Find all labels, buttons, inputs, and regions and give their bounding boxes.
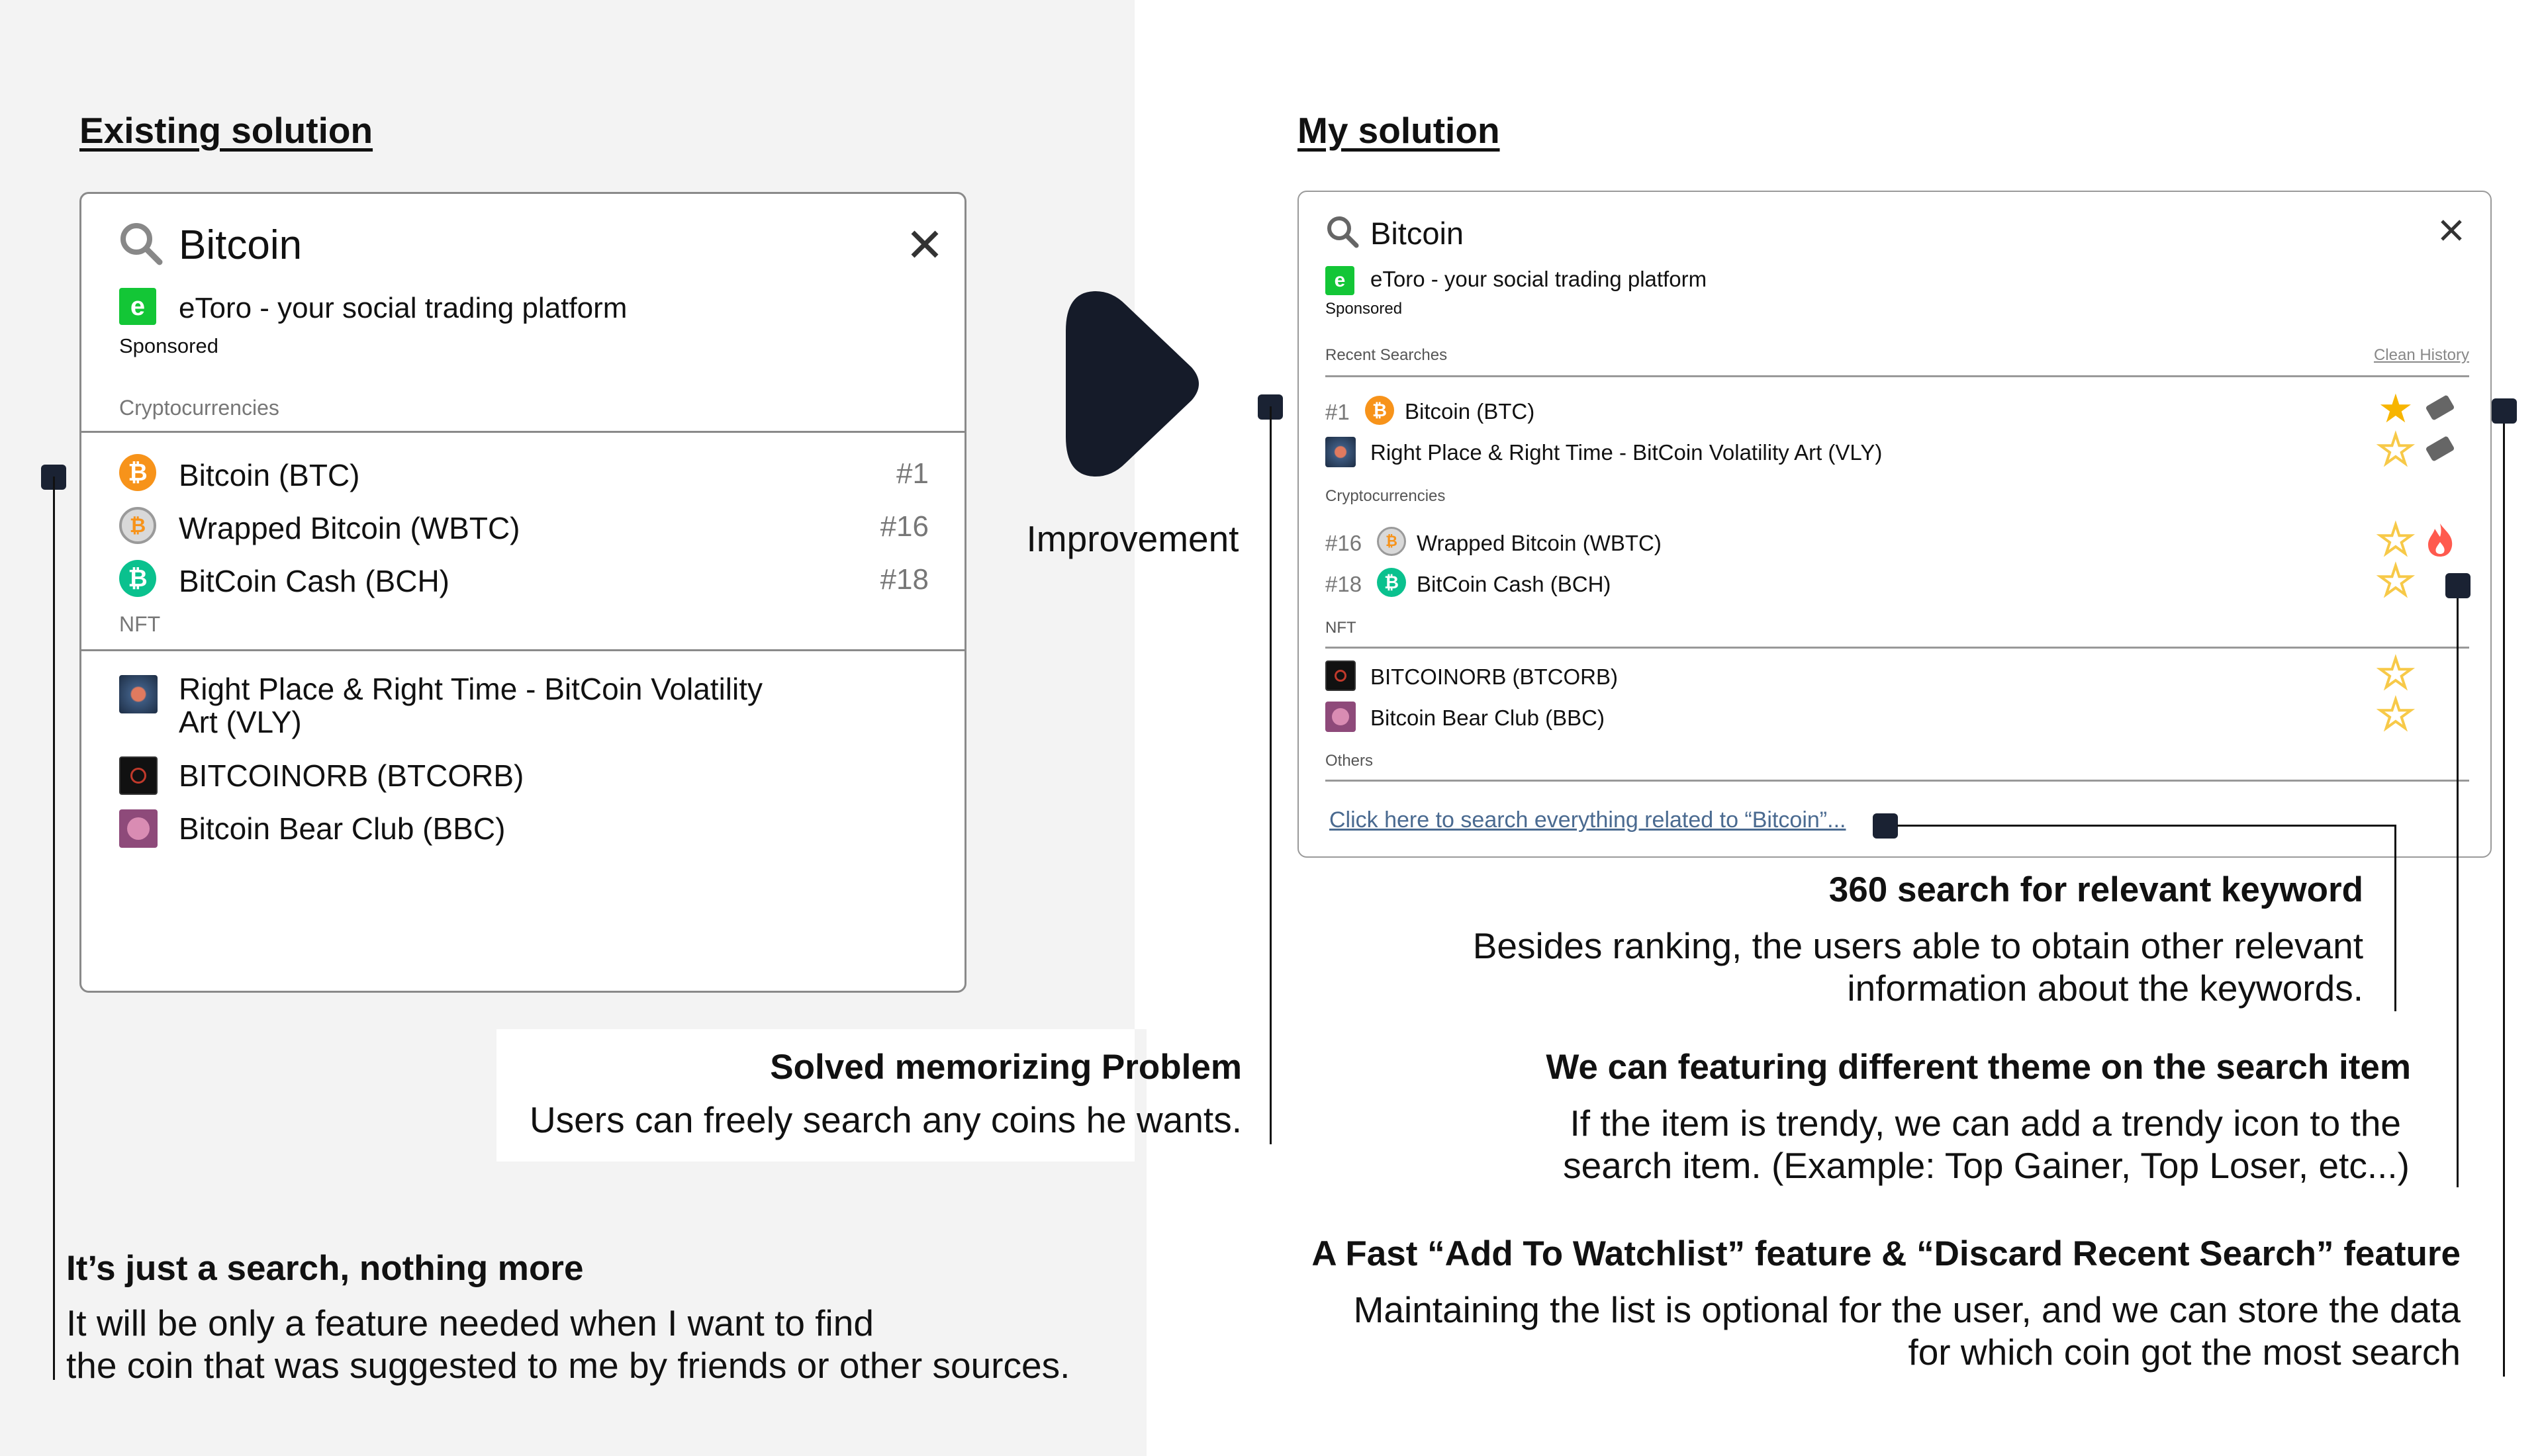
search-icon [120, 223, 163, 265]
annotation-body-theme-line2: search item. (Example: Top Gainer, Top L… [1563, 1145, 2410, 1186]
list-item-bitcoin[interactable]: Bitcoin (BTC) [179, 457, 359, 493]
list-item-bitcoin-cash[interactable]: BitCoin Cash (BCH) [179, 563, 449, 599]
crypto-item-bitcoin-cash[interactable]: BitCoin Cash (BCH) [1417, 572, 1611, 597]
nft-volatility-art-icon [119, 675, 158, 713]
annotation-body-watchlist-line1: Maintaining the list is optional for the… [1353, 1289, 2461, 1330]
play-arrow-icon [1066, 291, 1199, 477]
bitcoin-cash-icon: ₿ [1377, 568, 1406, 597]
rank-badge: #16 [880, 510, 929, 543]
sponsor-name[interactable]: eToro - your social trading platform [1370, 267, 1707, 292]
sponsored-label: Sponsored [1325, 300, 1403, 318]
etoro-logo-icon: e [1325, 266, 1354, 295]
left-panel-background-extension [1135, 1029, 1147, 1456]
section-label-nft: NFT [1325, 619, 1356, 637]
annotation-body-just-search-line1: It will be only a feature needed when I … [66, 1302, 874, 1343]
connector-line [1270, 406, 1272, 1144]
annotation-body-memorizing: Users can freely search any coins he wan… [529, 1099, 1242, 1140]
annotation-marker [2445, 573, 2471, 598]
rank-badge: #1 [896, 457, 929, 490]
divider [81, 431, 965, 433]
nft-bear-club-icon [1325, 702, 1356, 732]
rank-badge: #16 [1325, 531, 1362, 555]
nft-volatility-art-icon [1325, 437, 1356, 467]
star-outline-icon[interactable]: ★ [2377, 653, 2415, 695]
divider [1325, 375, 2469, 377]
annotation-marker [1873, 813, 1898, 839]
star-outline-icon[interactable]: ★ [2377, 519, 2415, 561]
etoro-logo-icon: e [119, 288, 156, 325]
eraser-icon[interactable] [2425, 435, 2455, 462]
improved-search-panel: Bitcoin e eToro - your social trading pl… [1297, 191, 2492, 858]
annotation-title-theme: We can featuring different theme on the … [1546, 1048, 2411, 1087]
connector-line [2457, 598, 2459, 1187]
divider [1325, 780, 2469, 782]
annotation-title-memorizing: Solved memorizing Problem [770, 1048, 1242, 1087]
recent-item-bitcoin[interactable]: Bitcoin (BTC) [1405, 399, 1534, 424]
clean-history-link[interactable]: Clean History [2325, 346, 2469, 365]
recent-item-volatility-art[interactable]: Right Place & Right Time - BitCoin Volat… [1370, 440, 1882, 465]
search-everything-link[interactable]: Click here to search everything related … [1329, 807, 1846, 833]
crypto-item-wrapped-bitcoin[interactable]: Wrapped Bitcoin (WBTC) [1417, 531, 1662, 556]
bitcoin-cash-icon: ₿ [119, 560, 156, 597]
section-label-nft: NFT [119, 612, 161, 636]
search-input[interactable]: Bitcoin [179, 222, 302, 269]
improvement-label: Improvement [1026, 518, 1239, 559]
connector-line [2394, 825, 2396, 1011]
annotation-title-watchlist: A Fast “Add To Watchlist” feature & “Dis… [1311, 1234, 2461, 1273]
star-filled-icon[interactable]: ★ [2378, 389, 2414, 429]
divider [1325, 647, 2469, 649]
list-item-wrapped-bitcoin[interactable]: Wrapped Bitcoin (WBTC) [179, 510, 520, 546]
section-label-cryptocurrencies: Cryptocurrencies [1325, 487, 1446, 505]
bitcoin-icon: ₿ [1365, 396, 1394, 425]
annotation-body-360-search-line1: Besides ranking, the users able to obtai… [1472, 925, 2363, 966]
connector-line [2503, 424, 2505, 1377]
list-item-bear-club[interactable]: Bitcoin Bear Club (BBC) [179, 811, 505, 846]
wrapped-bitcoin-icon: ₿ [119, 507, 156, 544]
wrapped-bitcoin-icon: ₿ [1377, 527, 1406, 556]
star-outline-icon[interactable]: ★ [2377, 560, 2415, 602]
section-label-others: Others [1325, 752, 1374, 770]
eraser-icon[interactable] [2425, 394, 2455, 421]
annotation-body-just-search-line2: the coin that was suggested to me by fri… [66, 1345, 1070, 1386]
rank-badge: #18 [1325, 572, 1362, 596]
sponsor-name[interactable]: eToro - your social trading platform [179, 292, 627, 325]
close-icon[interactable] [909, 228, 941, 260]
search-input[interactable]: Bitcoin [1370, 215, 1464, 251]
nft-bitcoinorb-icon [1325, 660, 1356, 691]
annotation-body-360-search-line2: information about the keywords. [1847, 968, 2363, 1009]
rank-badge: #1 [1325, 400, 1350, 424]
list-item-volatility-art[interactable]: Right Place & Right Time - BitCoin Volat… [179, 672, 808, 739]
star-outline-icon[interactable]: ★ [2377, 694, 2415, 736]
nft-item-bitcoinorb[interactable]: BITCOINORB (BTCORB) [1370, 664, 1618, 690]
existing-solution-heading: Existing solution [79, 110, 373, 151]
rank-badge: #18 [880, 563, 929, 596]
annotation-title-just-search: It’s just a search, nothing more [66, 1249, 584, 1288]
my-solution-heading: My solution [1297, 110, 1500, 151]
annotation-body-watchlist-line2: for which coin got the most search [1908, 1332, 2461, 1373]
nft-bear-club-icon [119, 809, 158, 848]
existing-search-panel: Bitcoin e eToro - your social trading pl… [79, 192, 966, 993]
connector-line [53, 477, 55, 1380]
close-icon[interactable] [2439, 218, 2463, 242]
sponsored-label: Sponsored [119, 334, 218, 357]
section-label-cryptocurrencies: Cryptocurrencies [119, 396, 279, 420]
section-label-recent: Recent Searches [1325, 346, 1448, 364]
search-icon [1327, 216, 1359, 248]
divider [81, 649, 965, 651]
connector-line [1897, 825, 2396, 827]
star-outline-icon[interactable]: ★ [2377, 429, 2415, 471]
nft-bitcoinorb-icon [119, 756, 158, 795]
annotation-title-360-search: 360 search for relevant keyword [1828, 870, 2363, 909]
nft-item-bear-club[interactable]: Bitcoin Bear Club (BBC) [1370, 705, 1605, 731]
annotation-marker [2492, 398, 2517, 424]
trendy-fire-icon [2428, 523, 2453, 557]
list-item-bitcoinorb[interactable]: BITCOINORB (BTCORB) [179, 758, 524, 794]
annotation-body-theme-line1: If the item is trendy, we can add a tren… [1570, 1103, 2402, 1144]
bitcoin-icon: ₿ [119, 454, 156, 491]
